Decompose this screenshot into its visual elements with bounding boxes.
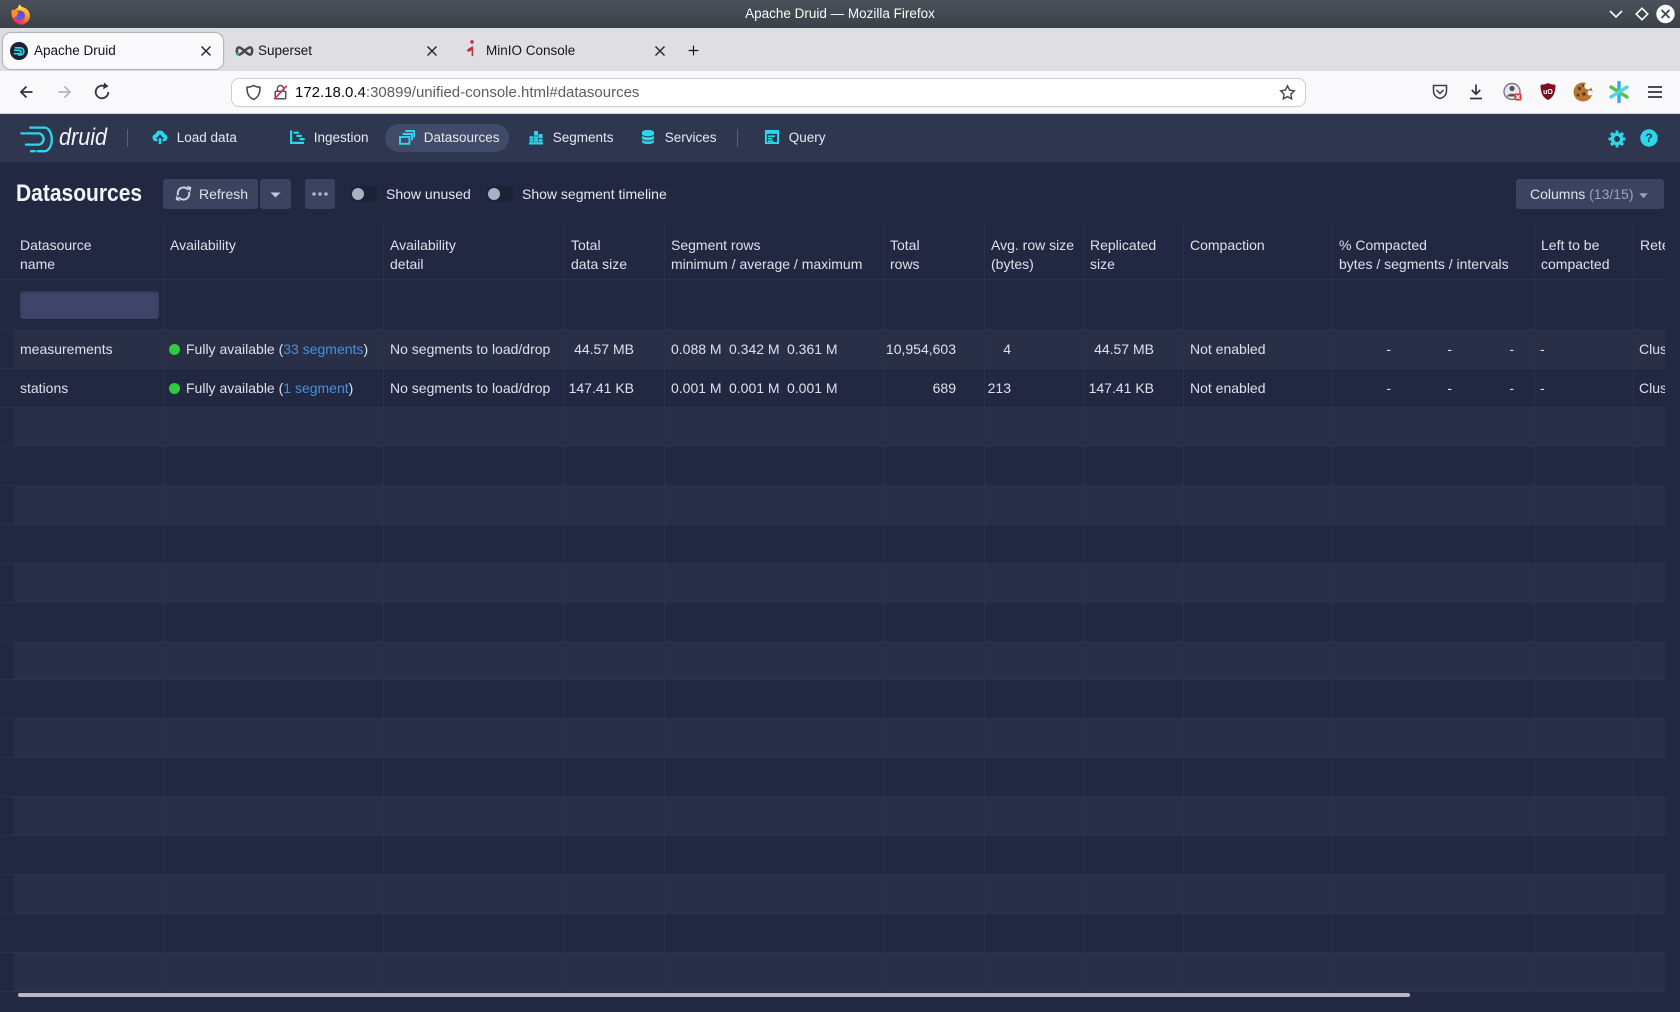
svg-text:uO: uO <box>1543 89 1553 96</box>
svg-text:?: ? <box>1645 131 1652 145</box>
